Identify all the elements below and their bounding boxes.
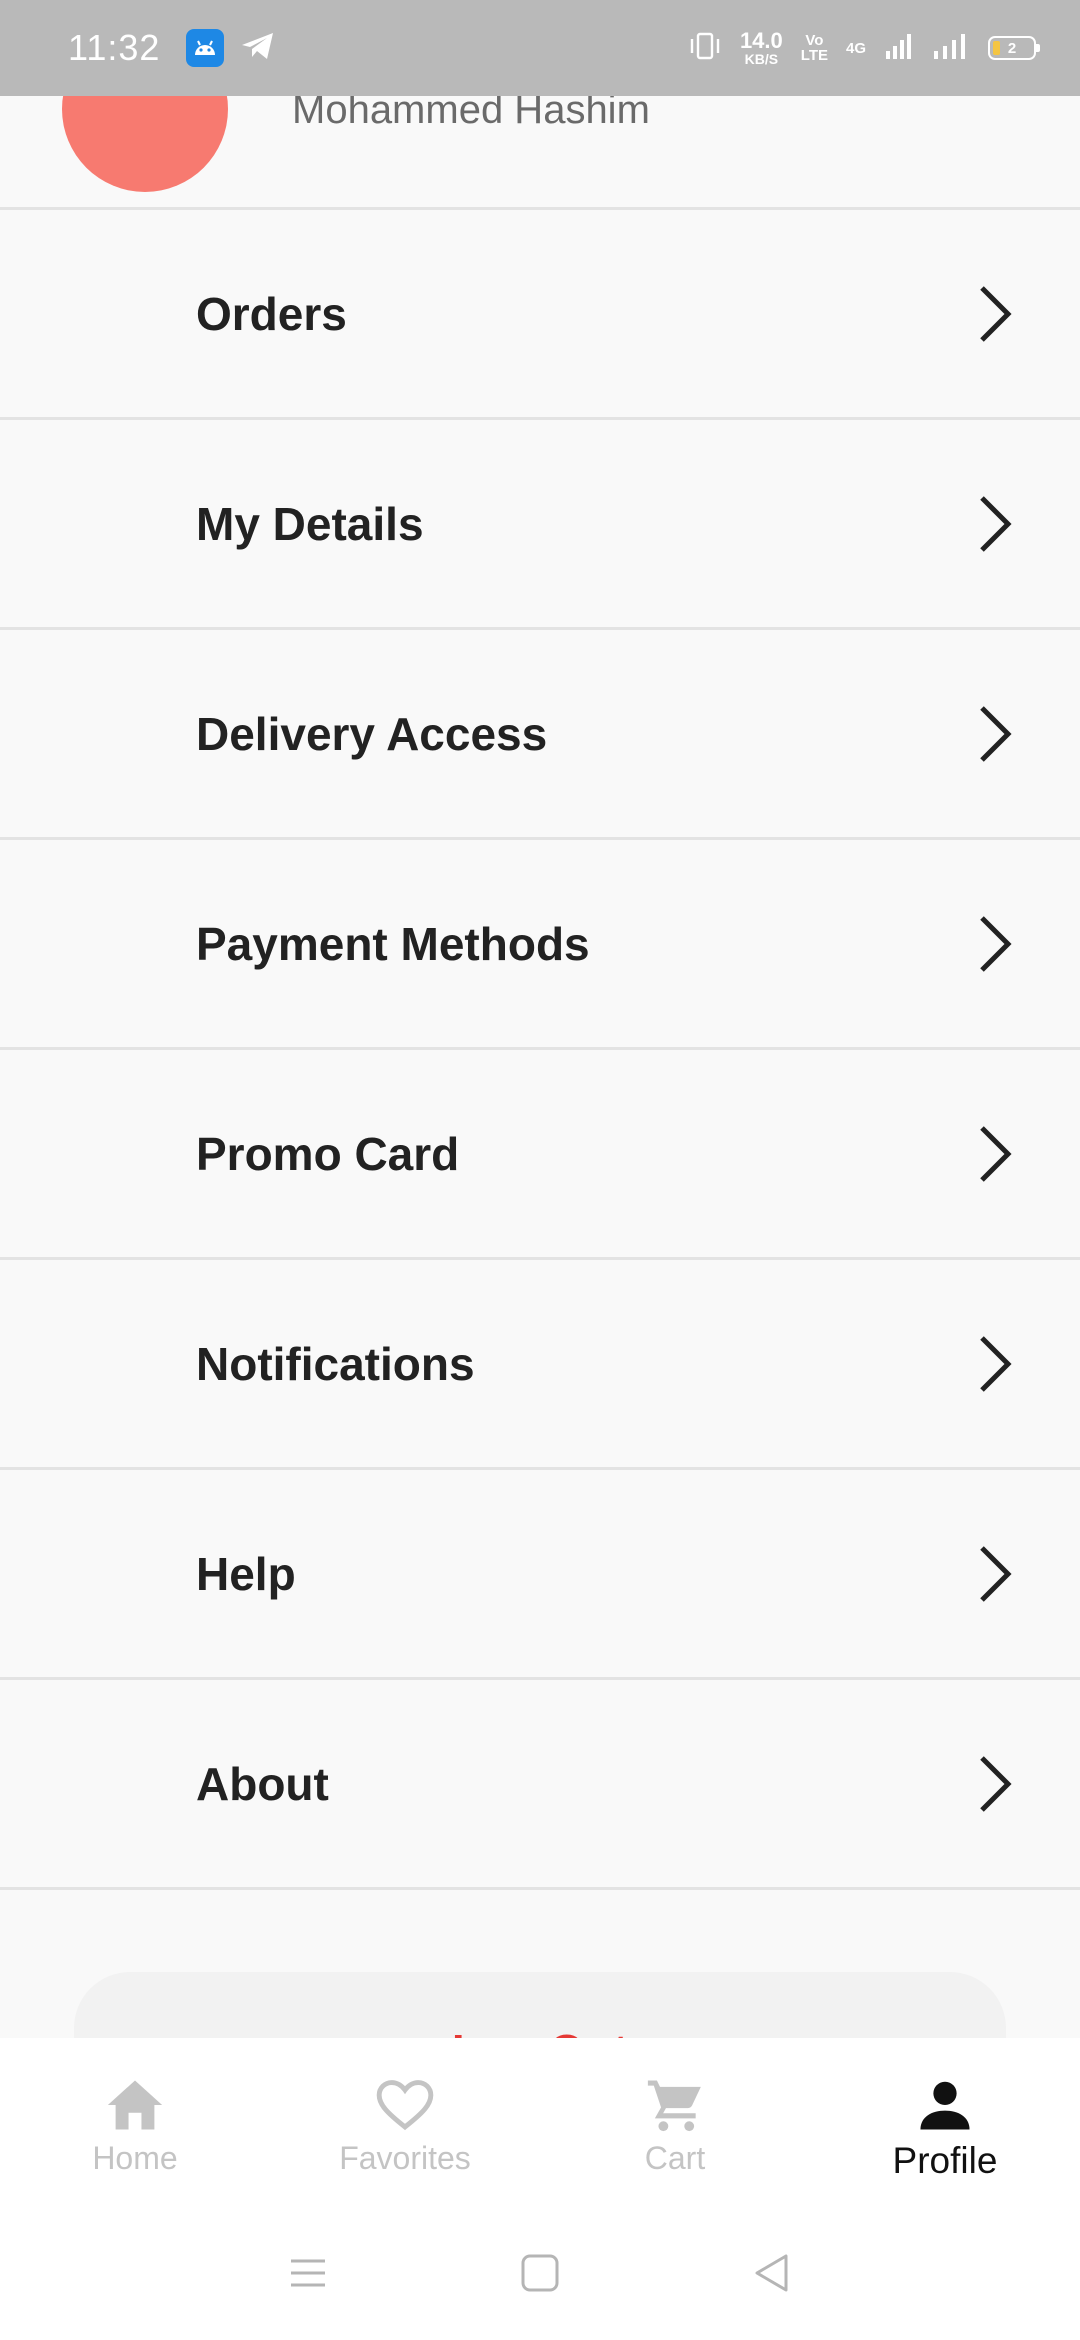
telegram-icon xyxy=(240,30,276,67)
net-speed: 14.0 KB/S xyxy=(739,28,783,67)
chevron-right-icon xyxy=(980,285,1012,342)
vibrate-icon xyxy=(688,31,722,66)
back-icon[interactable] xyxy=(751,2252,793,2294)
menu-item-promo-card[interactable]: Promo Card xyxy=(0,1050,1080,1260)
android-app-icon xyxy=(186,29,225,67)
menu-item-delivery-access[interactable]: Delivery Access xyxy=(0,630,1080,840)
chevron-right-icon xyxy=(980,1125,1012,1182)
chevron-right-icon xyxy=(980,705,1012,762)
status-time: 11:32 xyxy=(68,27,161,68)
menu-item-my-details[interactable]: My Details xyxy=(0,420,1080,630)
heart-icon xyxy=(376,2080,434,2131)
signal-icon-1 xyxy=(884,31,914,66)
menu-item-label: Promo Card xyxy=(196,1127,460,1180)
menu-item-label: My Details xyxy=(196,497,424,550)
cart-icon xyxy=(647,2080,701,2132)
menu-item-label: Notifications xyxy=(196,1337,475,1390)
profile-menu: Orders My Details Delivery Access Paymen… xyxy=(0,210,1080,1890)
menu-item-label: Delivery Access xyxy=(196,707,548,760)
nav-label: Favorites xyxy=(339,2140,471,2176)
chevron-right-icon xyxy=(980,495,1012,552)
menu-item-label: Help xyxy=(196,1547,296,1600)
menu-item-label: Orders xyxy=(196,287,347,340)
menu-icon[interactable] xyxy=(287,2252,329,2294)
chevron-right-icon xyxy=(980,915,1012,972)
battery-level: 2 xyxy=(1007,39,1017,57)
system-nav-bar xyxy=(0,2206,1080,2340)
nav-item-profile[interactable]: Profile xyxy=(810,2038,1080,2206)
nav-label: Cart xyxy=(644,2140,706,2176)
status-bar: 11:32 14.0 KB/S Vo LTE 4G 2 xyxy=(0,0,1080,96)
chevron-right-icon xyxy=(980,1545,1012,1602)
menu-item-help[interactable]: Help xyxy=(0,1470,1080,1680)
menu-item-payment-methods[interactable]: Payment Methods xyxy=(0,840,1080,1050)
menu-item-notifications[interactable]: Notifications xyxy=(0,1260,1080,1470)
net-speed-value: 14.0 xyxy=(739,28,783,53)
chevron-right-icon xyxy=(980,1755,1012,1812)
volte-indicator: Vo LTE xyxy=(801,33,828,63)
network-type: 4G xyxy=(845,39,866,57)
nav-item-favorites[interactable]: Favorites xyxy=(270,2038,540,2206)
status-system-icons: 14.0 KB/S Vo LTE 4G 2 xyxy=(688,28,1040,67)
net-speed-unit: KB/S xyxy=(744,51,779,67)
menu-item-orders[interactable]: Orders xyxy=(0,210,1080,420)
nav-label: Home xyxy=(92,2140,178,2176)
chevron-right-icon xyxy=(980,1335,1012,1392)
nav-label: Profile xyxy=(892,2140,998,2181)
person-icon xyxy=(920,2081,970,2130)
home-square-icon[interactable] xyxy=(519,2252,561,2294)
menu-item-label: Payment Methods xyxy=(196,917,590,970)
menu-item-about[interactable]: About xyxy=(0,1680,1080,1890)
volte-bottom: LTE xyxy=(800,47,828,64)
nav-item-cart[interactable]: Cart xyxy=(540,2038,810,2206)
bottom-nav: Home Favorites Cart Profile xyxy=(0,2038,1080,2206)
signal-icon-2 xyxy=(932,31,970,66)
nav-item-home[interactable]: Home xyxy=(0,2038,270,2206)
status-notification-icons xyxy=(186,29,276,67)
profile-header: Mohammed Hashim xyxy=(0,26,1080,210)
menu-item-label: About xyxy=(196,1757,329,1810)
home-icon xyxy=(107,2080,163,2130)
battery-icon: 2 xyxy=(988,36,1040,60)
